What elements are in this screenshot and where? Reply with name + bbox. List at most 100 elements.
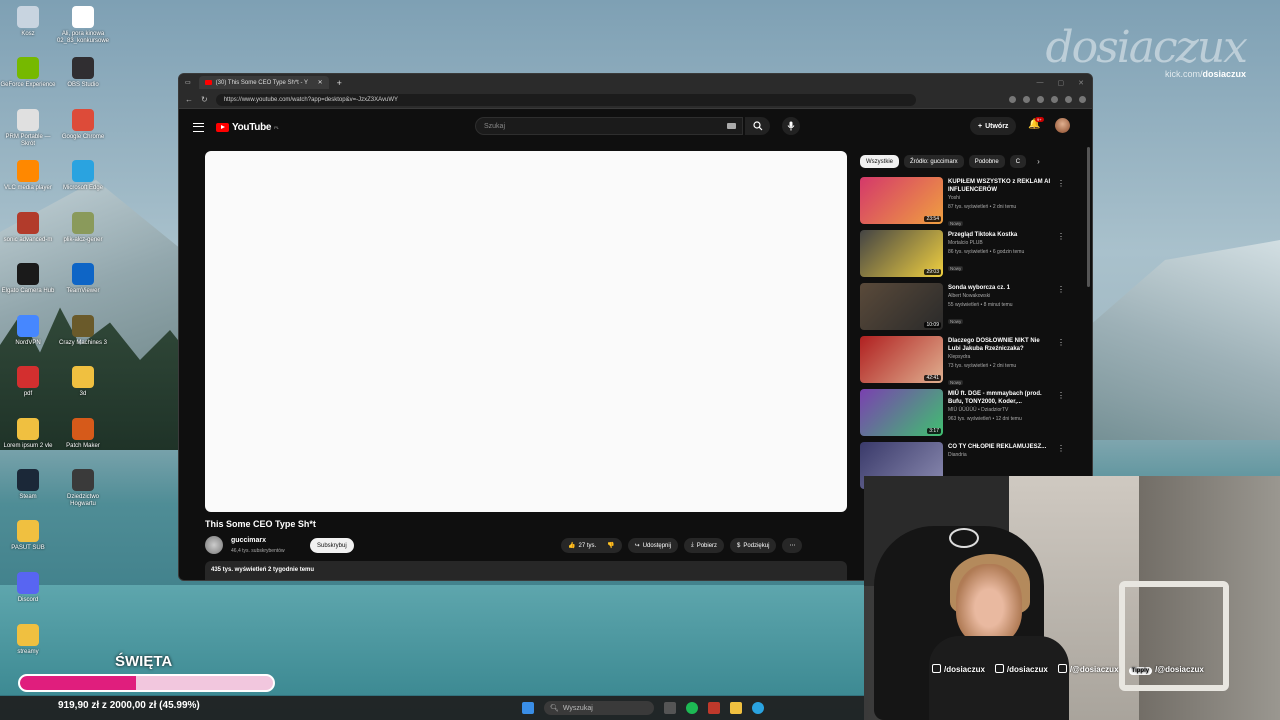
refresh-icon[interactable]: ↻ — [201, 95, 208, 104]
recommended-video[interactable]: 23:54 KUPIŁEM WSZYSTKO z REKLAM AI INFLUE… — [860, 177, 1065, 228]
recommended-video[interactable]: 10:09 Sonda wyborcza cz. 1 Albert Nowakows… — [860, 283, 1065, 334]
folder-icon[interactable] — [730, 702, 742, 714]
desktop-icon[interactable]: PASUT SUB — [0, 520, 56, 552]
browser-tab[interactable]: (30) This Some CEO Type Sh*t - Y ✕ — [198, 76, 329, 89]
more-options-icon[interactable]: ⋮ — [1057, 285, 1065, 294]
search-button[interactable] — [745, 117, 770, 135]
video-title[interactable]: Sonda wyborcza cz. 1 — [948, 284, 1053, 292]
more-options-icon[interactable]: ⋮ — [1057, 444, 1065, 453]
desktop-icon[interactable]: VLC media player — [0, 160, 56, 192]
download-button[interactable]: ⤓ Pobierz — [684, 538, 725, 553]
more-actions-button[interactable]: ⋯ — [782, 538, 803, 553]
edge-icon[interactable] — [752, 702, 764, 714]
recommended-video[interactable]: 42:41 Dlaczego DOSŁOWNIE NIKT Nie Lubi Ja… — [860, 336, 1065, 387]
recommended-video[interactable]: 3:17 MIŪ ft. DGE - mmmaybach (prod. Bufu,… — [860, 389, 1065, 440]
more-options-icon[interactable]: ⋮ — [1057, 391, 1065, 400]
video-title[interactable]: Przegląd Tiktoka Kostka — [948, 231, 1053, 239]
maximize-icon[interactable]: ▢ — [1058, 79, 1065, 87]
taskbar-search[interactable]: 🔍︎ Wyszukaj — [544, 701, 654, 715]
desktop-icon[interactable]: Lorem ipsum 2 vle — [0, 418, 56, 450]
desktop-icon[interactable]: plik-alcz-gener — [55, 212, 111, 244]
desktop-icon[interactable]: Patch Maker — [55, 418, 111, 450]
subscribe-button[interactable]: Subskrybuj — [310, 538, 354, 553]
back-icon[interactable]: ← — [185, 95, 193, 104]
desktop-icon[interactable]: Discord — [0, 572, 56, 604]
desktop-icon[interactable]: NordVPN — [0, 315, 56, 347]
menu-icon[interactable] — [193, 122, 204, 132]
create-button[interactable]: + Utwórz — [970, 117, 1017, 135]
extension-icon[interactable] — [1023, 96, 1030, 103]
desktop-icon[interactable]: Elgato Camera Hub — [0, 263, 56, 295]
video-player[interactable] — [205, 151, 847, 512]
video-channel[interactable]: Klepsydra — [948, 353, 1053, 362]
app-icon — [17, 418, 39, 440]
youtube-logo[interactable]: YouTube PL — [216, 122, 279, 133]
video-title[interactable]: MIŪ ft. DGE - mmmaybach (prod. Bufu, TON… — [948, 390, 1053, 406]
more-options-icon[interactable]: ⋮ — [1057, 179, 1065, 188]
desktop-icon[interactable]: Crazy Machines 3 — [55, 315, 111, 347]
video-description[interactable]: 435 tys. wyświetleń 2 tygodnie temu — [205, 561, 847, 580]
more-options-icon[interactable]: ⋮ — [1057, 338, 1065, 347]
video-thumbnail[interactable]: 3:17 — [860, 389, 943, 436]
url-field[interactable]: https://www.youtube.com/watch?app=deskto… — [215, 93, 916, 106]
desktop-icon[interactable]: Kosz — [0, 6, 56, 38]
thanks-button[interactable]: $ Podziękuj — [730, 538, 777, 553]
app-icon[interactable] — [708, 702, 720, 714]
more-options-icon[interactable]: ⋮ — [1057, 232, 1065, 241]
video-thumbnail[interactable]: 10:09 — [860, 283, 943, 330]
video-thumbnail[interactable]: 42:41 — [860, 336, 943, 383]
favorites-icon[interactable] — [1037, 96, 1044, 103]
share-button[interactable]: ↪ Udostępnij — [627, 538, 679, 553]
desktop-icon[interactable]: PRM Portable — Skrót — [0, 109, 56, 148]
desktop-icon[interactable]: Microsoft Edge — [55, 160, 111, 192]
video-channel[interactable]: MIŪ ŪŪŪŪŪ • DziadziorTV — [948, 406, 1053, 415]
profile-icon[interactable] — [1065, 96, 1072, 103]
menu-icon[interactable] — [1079, 96, 1086, 103]
scrollbar[interactable] — [1087, 147, 1090, 287]
close-tab-icon[interactable]: ✕ — [318, 79, 323, 86]
like-button[interactable]: 👍 27 tys. 👎 — [561, 538, 622, 553]
video-thumbnail[interactable]: 23:54 — [860, 177, 943, 224]
desktop-icon[interactable]: 3d — [55, 366, 111, 398]
desktop-icon[interactable]: sonic advanced-m — [0, 212, 56, 244]
extension-icon[interactable] — [1009, 96, 1016, 103]
tab-actions-icon[interactable]: ▭ — [185, 79, 191, 86]
desktop-icon[interactable]: pdf — [0, 366, 56, 398]
video-channel[interactable]: Albert Nowakowski — [948, 292, 1053, 301]
desktop-icon[interactable]: Google Chrome — [55, 109, 111, 141]
start-icon[interactable] — [522, 702, 534, 714]
filter-chip[interactable]: Źródło: guccimarx — [904, 155, 964, 168]
keyboard-icon[interactable] — [727, 123, 736, 129]
recommended-video[interactable]: 29:03 Przegląd Tiktoka Kostka Mortalcio PL… — [860, 230, 1065, 281]
filter-chip[interactable]: C — [1009, 155, 1027, 168]
minimize-icon[interactable]: — — [1037, 79, 1044, 87]
video-title[interactable]: CO TY CHŁOPIE REKLAMUJESZ... — [948, 443, 1053, 451]
desktop-icon[interactable]: Dziedzictwo Hogwartu — [55, 469, 111, 508]
desktop-icon[interactable]: Ali, pora kinowa 02_83_konkursowe — [55, 6, 111, 45]
thumbs-down-icon[interactable]: 👎 — [607, 542, 614, 549]
video-title[interactable]: Dlaczego DOSŁOWNIE NIKT Nie Lubi Jakuba … — [948, 337, 1053, 353]
desktop-icon[interactable]: TeamViewer — [55, 263, 111, 295]
desktop-icon[interactable]: OBS Studio — [55, 57, 111, 89]
account-avatar[interactable] — [1055, 118, 1070, 133]
desktop-icon[interactable]: Steam — [0, 469, 56, 501]
video-title[interactable]: KUPIŁEM WSZYSTKO z REKLAM AI INFLUENCERÓ… — [948, 178, 1053, 194]
close-window-icon[interactable]: ✕ — [1078, 79, 1084, 87]
spotify-icon[interactable] — [686, 702, 698, 714]
video-channel[interactable]: Diandria — [948, 451, 1053, 460]
desktop-icon[interactable]: GeForce Experience — [0, 57, 56, 89]
filter-chip[interactable]: Wszystkie — [860, 155, 899, 168]
channel-avatar[interactable] — [205, 536, 223, 554]
video-thumbnail[interactable]: 29:03 — [860, 230, 943, 277]
voice-search-button[interactable] — [782, 117, 800, 135]
extension-icon[interactable] — [1051, 96, 1058, 103]
channel-name[interactable]: guccimarx — [231, 537, 266, 544]
filter-chip[interactable]: Podobne — [968, 155, 1005, 168]
desktop-icon[interactable]: streamy — [0, 624, 56, 656]
new-tab-button[interactable]: + — [337, 78, 342, 88]
chevron-right-icon[interactable]: › — [1037, 157, 1040, 166]
video-channel[interactable]: Mortalcio PLUB — [948, 239, 1053, 248]
task-view-icon[interactable] — [664, 702, 676, 714]
video-channel[interactable]: Yoshi — [948, 194, 1053, 203]
search-input[interactable]: Szukaj — [475, 117, 743, 135]
